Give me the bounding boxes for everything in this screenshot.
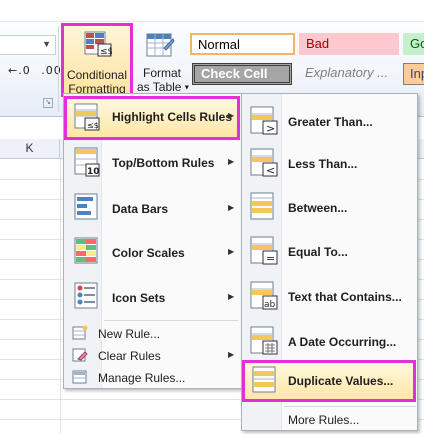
- style-check-cell[interactable]: Check Cell: [192, 63, 292, 85]
- menu-item-label: Clear Rules: [98, 349, 161, 363]
- submenu-item-more-rules[interactable]: More Rules...: [248, 411, 414, 429]
- svg-text:<: <: [266, 164, 275, 177]
- submenu-item-label: A Date Occurring...: [288, 335, 397, 349]
- menu-item-top-bottom-rules[interactable]: 10 Top/Bottom Rules ▶: [70, 147, 236, 179]
- menu-item-data-bars[interactable]: Data Bars ▶: [70, 193, 236, 225]
- svg-text:=: =: [266, 252, 275, 265]
- menu-item-label: Icon Sets: [112, 291, 166, 305]
- submenu-item-label: Between...: [288, 201, 348, 215]
- submenu-item-equal-to[interactable]: = Equal To...: [248, 236, 414, 268]
- submenu-item-less-than[interactable]: < Less Than...: [248, 148, 414, 180]
- menu-item-label: Highlight Cells Rules: [112, 110, 233, 124]
- submenu-arrow-icon: ▶: [228, 247, 235, 256]
- dropdown-arrow-icon: ▼: [181, 84, 191, 92]
- menu-item-new-rule[interactable]: New Rule...: [70, 325, 236, 343]
- submenu-arrow-icon: ▶: [228, 203, 235, 212]
- menu-item-label: New Rule...: [98, 327, 161, 341]
- svg-text:10: 10: [87, 167, 100, 177]
- date-occurring-icon: [250, 326, 278, 355]
- manage-rules-icon: [72, 370, 87, 384]
- submenu-item-label: More Rules...: [288, 413, 360, 427]
- menu-item-highlight-cells-rules-content[interactable]: ≤$ Highlight Cells Rules ▶: [70, 103, 236, 135]
- color-scales-icon: [74, 237, 98, 264]
- increase-decimal-icon[interactable]: ←.0: [8, 64, 31, 77]
- greater-than-icon: >: [250, 106, 278, 135]
- submenu-arrow-icon: ▶: [228, 292, 235, 301]
- format-as-table-button[interactable]: Format as Table ▼: [137, 26, 191, 96]
- submenu-arrow-icon: ▶: [228, 111, 235, 120]
- clear-rules-icon: [72, 348, 88, 362]
- style-normal[interactable]: Normal: [190, 33, 295, 55]
- less-than-icon: <: [250, 148, 278, 177]
- highlight-cells-rules-submenu: > Greater Than... < Less Than... Between…: [241, 93, 418, 431]
- between-icon: [250, 192, 274, 220]
- menu-item-label: Data Bars: [112, 202, 169, 216]
- submenu-item-duplicate-values-content[interactable]: Duplicate Values...: [248, 366, 414, 396]
- duplicate-values-icon: [252, 366, 276, 393]
- submenu-item-label: Equal To...: [288, 245, 348, 259]
- menu-item-color-scales[interactable]: Color Scales ▶: [70, 237, 236, 269]
- text-contains-icon: ab: [250, 281, 278, 310]
- conditional-formatting-icon: ≤$: [84, 31, 112, 57]
- chevron-down-icon[interactable]: ▼: [42, 39, 51, 49]
- style-good[interactable]: Go: [403, 33, 424, 55]
- format-as-table-label-line2: as Table ▼: [137, 80, 191, 94]
- menu-separator: [104, 320, 238, 321]
- svg-text:≤$: ≤$: [100, 47, 112, 57]
- submenu-item-label: Text that Contains...: [288, 290, 402, 304]
- grid-line: [60, 159, 61, 434]
- svg-text:≤$: ≤$: [87, 121, 99, 130]
- submenu-item-date-occurring[interactable]: A Date Occurring...: [248, 326, 414, 358]
- menu-item-label: Top/Bottom Rules: [112, 156, 215, 170]
- format-as-table-icon: [146, 33, 175, 57]
- submenu-item-label: Duplicate Values...: [288, 374, 394, 388]
- submenu-item-label: Greater Than...: [288, 115, 373, 129]
- new-rule-icon: [72, 325, 88, 340]
- column-header-k[interactable]: K: [0, 139, 60, 159]
- conditional-formatting-button[interactable]: ≤$ Conditional Formatting ▼: [61, 23, 133, 107]
- menu-item-label: Color Scales: [112, 246, 185, 260]
- menu-item-label: Manage Rules...: [98, 371, 186, 385]
- number-group-launcher-icon[interactable]: ↘: [43, 98, 53, 108]
- format-as-table-label-line1: Format: [142, 66, 181, 80]
- data-bars-icon: [74, 193, 98, 220]
- menu-item-manage-rules[interactable]: Manage Rules...: [70, 369, 236, 387]
- menu-item-icon-sets[interactable]: Icon Sets ▶: [70, 282, 236, 314]
- style-explanatory[interactable]: Explanatory ...: [299, 63, 399, 85]
- top-bottom-icon: 10: [74, 147, 100, 177]
- submenu-item-greater-than[interactable]: > Greater Than...: [248, 106, 414, 138]
- submenu-item-between[interactable]: Between...: [248, 192, 414, 224]
- equal-to-icon: =: [250, 236, 278, 265]
- svg-text:>: >: [266, 122, 275, 135]
- icon-sets-icon: [74, 282, 98, 309]
- style-bad[interactable]: Bad: [299, 33, 399, 55]
- submenu-arrow-icon: ▶: [228, 157, 235, 166]
- number-format-combo[interactable]: ▼: [0, 35, 56, 55]
- group-divider: [58, 26, 59, 112]
- submenu-item-text-contains[interactable]: ab Text that Contains...: [248, 281, 414, 313]
- conditional-formatting-menu: ≤$ Highlight Cells Rules ▶ 10 Top/Bottom…: [63, 93, 242, 389]
- menu-separator: [284, 406, 416, 407]
- svg-text:ab: ab: [264, 300, 276, 310]
- highlight-cells-icon: ≤$: [74, 103, 100, 131]
- conditional-formatting-label-line1: Conditional: [66, 68, 128, 82]
- submenu-item-label: Less Than...: [288, 157, 358, 171]
- ribbon-top-strip: [0, 0, 424, 22]
- submenu-arrow-icon: ▶: [228, 350, 235, 359]
- style-input[interactable]: Inp: [403, 63, 424, 85]
- menu-item-clear-rules[interactable]: Clear Rules ▶: [70, 347, 236, 365]
